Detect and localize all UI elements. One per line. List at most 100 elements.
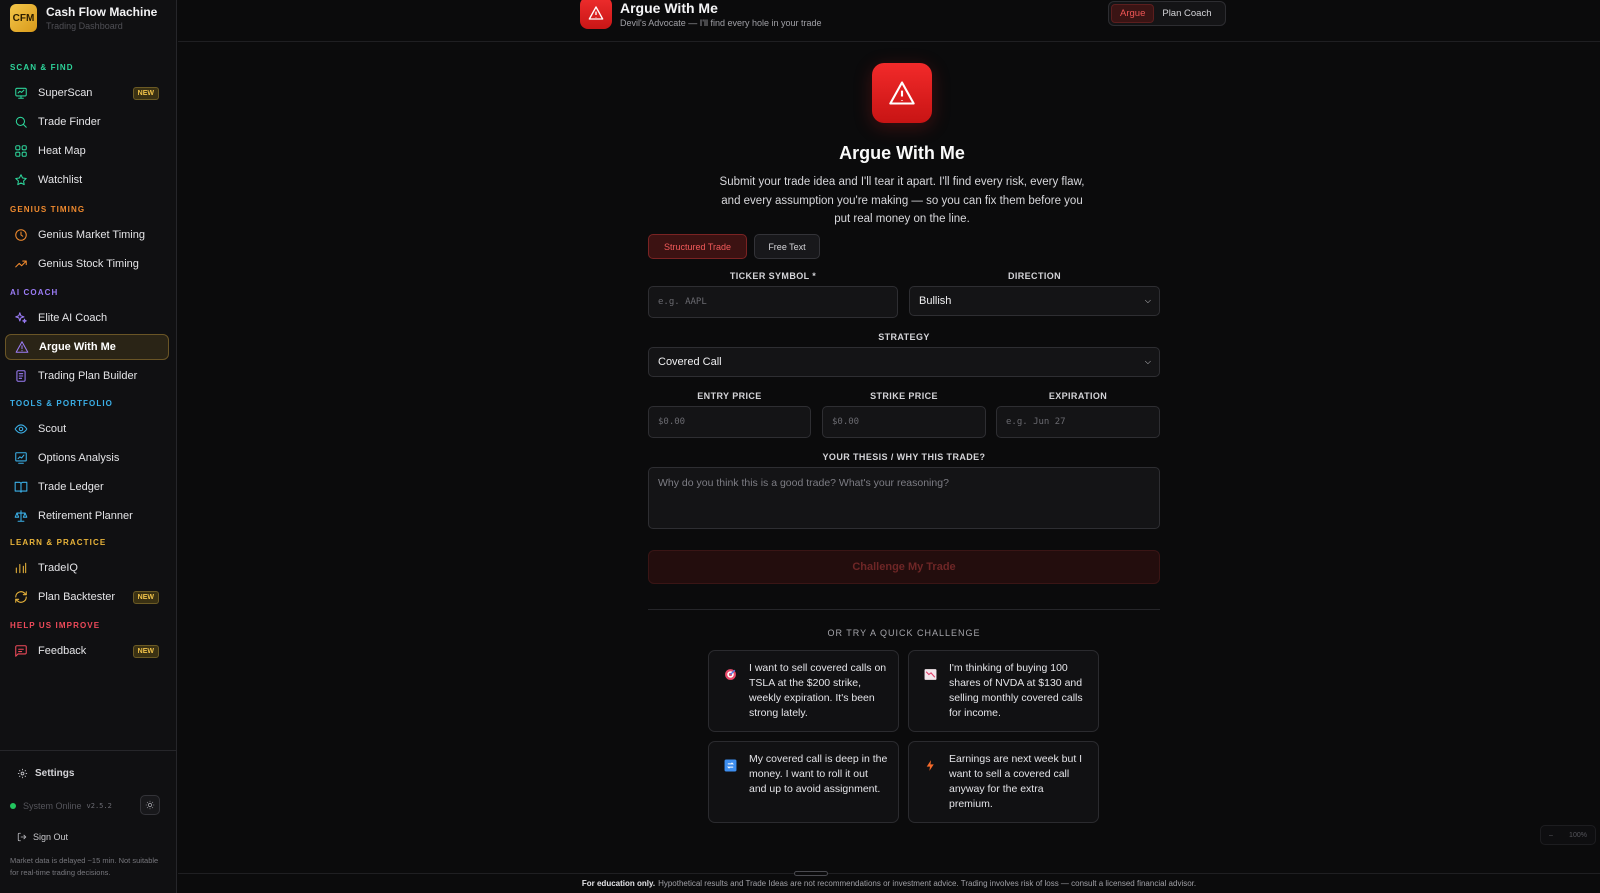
- scan-icon: [13, 86, 28, 101]
- quick-challenge-card[interactable]: Earnings are next week but I want to sel…: [908, 741, 1099, 823]
- sparkles-icon: [13, 311, 28, 326]
- quick-challenge-text: I'm thinking of buying 100 shares of NVD…: [949, 662, 1083, 719]
- chevron-down-icon: ⌵: [1144, 357, 1151, 366]
- sidebar-disclaimer: Market data is delayed ~15 min. Not suit…: [10, 856, 159, 877]
- sidebar-section-heading: AI COACH: [10, 287, 59, 297]
- sidebar-item-label: SuperScan: [38, 87, 93, 99]
- drag-handle[interactable]: [794, 871, 828, 876]
- strategy-select[interactable]: Covered Call ⌵: [648, 347, 1160, 377]
- ticker-input[interactable]: e.g. AAPL: [648, 286, 898, 318]
- sidebar-item-plan-backtester[interactable]: Plan Backtester NEW: [5, 584, 169, 610]
- sign-out-button[interactable]: Sign Out: [17, 832, 68, 842]
- sidebar-item-trading-plan-builder[interactable]: Trading Plan Builder: [5, 363, 169, 389]
- app-root: CFM Cash Flow Machine Trading Dashboard …: [0, 0, 1600, 893]
- sidebar-section-heading: SCAN & FIND: [10, 62, 74, 72]
- search-icon: [13, 115, 28, 130]
- clock-icon: [13, 228, 28, 243]
- gear-icon: [17, 768, 28, 779]
- sidebar-section-heading: GENIUS TIMING: [10, 204, 86, 214]
- sidebar-footer: Settings System Online v2.5.2 Sign Out M…: [0, 750, 177, 893]
- direction-label: DIRECTION: [1007, 271, 1062, 281]
- brand-subtitle: Trading Dashboard: [46, 21, 123, 31]
- eye-icon: [13, 422, 28, 437]
- sign-out-label: Sign Out: [33, 832, 69, 842]
- strategy-label: STRATEGY: [878, 332, 930, 342]
- challenge-trade-button[interactable]: Challenge My Trade: [648, 550, 1160, 584]
- sidebar-item-label: Genius Stock Timing: [38, 258, 139, 270]
- settings-button[interactable]: Settings: [17, 768, 74, 779]
- sidebar-item-scout[interactable]: Scout: [5, 416, 169, 442]
- tab-plan-coach[interactable]: Plan Coach: [1154, 4, 1219, 23]
- expiration-input[interactable]: e.g. Jun 27: [996, 406, 1160, 438]
- lightning-icon: [923, 758, 937, 772]
- sidebar-item-superscan[interactable]: SuperScan NEW: [5, 80, 169, 106]
- theme-toggle-button[interactable]: [140, 795, 160, 815]
- thesis-label: YOUR THESIS / WHY THIS TRADE?: [822, 452, 986, 462]
- trending-up-icon: [13, 257, 28, 272]
- sidebar-item-watchlist[interactable]: Watchlist: [5, 167, 169, 193]
- quick-challenge-card[interactable]: I want to sell covered calls on TSLA at …: [708, 650, 899, 732]
- strategy-value: Covered Call: [658, 356, 722, 368]
- sidebar-item-trade-finder[interactable]: Trade Finder: [5, 109, 169, 135]
- footer-bold: For education only.: [581, 879, 656, 888]
- direction-select[interactable]: Bullish ⌵: [909, 286, 1160, 316]
- message-icon: [13, 644, 28, 659]
- status-dot: [10, 803, 16, 809]
- strike-price-input[interactable]: $0.00: [822, 406, 986, 438]
- sidebar-item-genius-stock-timing[interactable]: Genius Stock Timing: [5, 251, 169, 277]
- sidebar-item-argue-with-me[interactable]: Argue With Me: [5, 334, 169, 360]
- page-subtitle: Devil's Advocate — I'll find every hole …: [620, 18, 822, 28]
- zoom-out-button[interactable]: –: [1549, 832, 1553, 839]
- quick-challenge-heading: OR TRY A QUICK CHALLENGE: [827, 628, 981, 638]
- footer-text: Hypothetical results and Trade Ideas are…: [658, 879, 1197, 888]
- zoom-control[interactable]: – 100%: [1540, 825, 1596, 845]
- sidebar-item-trade-ledger[interactable]: Trade Ledger: [5, 474, 169, 500]
- bar-chart-icon: [13, 561, 28, 576]
- quick-challenge-text: Earnings are next week but I want to sel…: [949, 753, 1083, 810]
- star-icon: [13, 173, 28, 188]
- settings-label: Settings: [35, 768, 75, 779]
- sidebar-section-heading: HELP US IMPROVE: [10, 620, 101, 630]
- quick-challenge-card[interactable]: I'm thinking of buying 100 shares of NVD…: [908, 650, 1099, 732]
- warning-icon: [872, 63, 932, 123]
- quick-challenge-card[interactable]: My covered call is deep in the money. I …: [708, 741, 899, 823]
- sidebar-item-feedback[interactable]: Feedback NEW: [5, 638, 169, 664]
- sidebar-item-retirement-planner[interactable]: Retirement Planner: [5, 503, 169, 529]
- repeat-icon: [723, 758, 737, 772]
- free-text-button[interactable]: Free Text: [754, 234, 820, 259]
- target-icon: [723, 667, 737, 681]
- sidebar-item-label: Watchlist: [38, 174, 83, 186]
- sidebar-item-label: Options Analysis: [38, 452, 120, 464]
- sidebar: CFM Cash Flow Machine Trading Dashboard …: [0, 0, 177, 893]
- zoom-level: 100%: [1569, 831, 1587, 839]
- tab-argue[interactable]: Argue: [1111, 4, 1155, 23]
- brand-name: Cash Flow Machine: [46, 5, 158, 19]
- entry-price-input[interactable]: $0.00: [648, 406, 811, 438]
- chart-icon: [13, 451, 28, 466]
- sidebar-item-label: Retirement Planner: [38, 510, 133, 522]
- sidebar-item-options-analysis[interactable]: Options Analysis: [5, 445, 169, 471]
- sidebar-item-label: Trade Ledger: [38, 481, 104, 493]
- strike-price-label: STRIKE PRICE: [870, 391, 938, 401]
- refresh-icon: [13, 590, 28, 605]
- sidebar-item-genius-market-timing[interactable]: Genius Market Timing: [5, 222, 169, 248]
- sidebar-item-label: Feedback: [38, 645, 87, 657]
- sidebar-item-label: Genius Market Timing: [38, 229, 145, 241]
- quick-challenge-text: My covered call is deep in the money. I …: [749, 753, 888, 795]
- brand[interactable]: CFM Cash Flow Machine Trading Dashboard: [0, 0, 176, 36]
- sidebar-item-tradeiq[interactable]: TradeIQ: [5, 555, 169, 581]
- sidebar-item-label: Argue With Me: [39, 341, 116, 353]
- structured-trade-button[interactable]: Structured Trade: [648, 234, 747, 259]
- thesis-textarea[interactable]: Why do you think this is a good trade? W…: [648, 467, 1160, 529]
- new-badge: NEW: [132, 86, 159, 100]
- sidebar-section-heading: LEARN & PRACTICE: [10, 537, 107, 547]
- brand-logo: CFM: [10, 4, 37, 32]
- grid-icon: [13, 144, 28, 159]
- sidebar-item-label: Trade Finder: [38, 116, 101, 128]
- new-badge: NEW: [132, 590, 159, 604]
- sidebar-item-heat-map[interactable]: Heat Map: [5, 138, 169, 164]
- sidebar-item-label: Plan Backtester: [38, 591, 116, 603]
- hero-title: Argue With Me: [839, 143, 965, 163]
- sidebar-item-label: Heat Map: [38, 145, 86, 157]
- sidebar-item-elite-ai-coach[interactable]: Elite AI Coach: [5, 305, 169, 331]
